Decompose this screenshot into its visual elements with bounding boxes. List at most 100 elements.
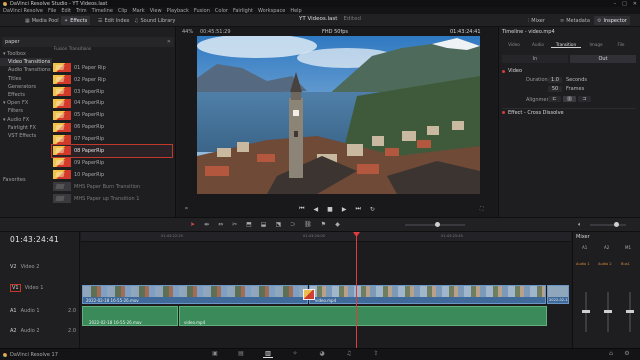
menu-item[interactable]: Mark xyxy=(132,8,144,14)
list-item[interactable]: 01 Paper Rip xyxy=(52,62,172,74)
timeline-clip-video[interactable]: 2022-02-18 16-55-26.mov xyxy=(82,285,308,304)
fader-handle[interactable] xyxy=(582,310,590,313)
insert-clip-icon[interactable]: ⬒ xyxy=(246,221,252,228)
list-item[interactable]: 05 PaperRip xyxy=(52,110,172,122)
tab-image[interactable]: Image xyxy=(585,42,607,47)
format-dropdown[interactable]: FHD 50fps xyxy=(322,29,348,35)
tree-effects[interactable]: Effects xyxy=(0,91,52,99)
timeline-clip-video[interactable]: video.mp4 xyxy=(309,285,546,304)
menu-item[interactable]: Color xyxy=(215,8,228,14)
tree-toolbox[interactable]: ▾ Toolbox xyxy=(0,50,52,58)
play-reverse-icon[interactable]: ◀ xyxy=(314,206,319,213)
align-right-button[interactable]: ⊐ xyxy=(578,96,591,102)
list-item[interactable]: 06 PaperRip xyxy=(52,121,172,133)
zoom-slider-handle[interactable] xyxy=(435,222,440,227)
menu-item[interactable]: View xyxy=(150,8,162,14)
edit-page-icon[interactable]: ▥ xyxy=(263,350,273,358)
duration-seconds-input[interactable]: 1.0 xyxy=(548,77,562,83)
video-preview[interactable] xyxy=(197,36,480,194)
timeline-clip-audio[interactable]: 2022-02-18 16-55-26.mov xyxy=(82,306,178,326)
track-header-a1[interactable]: A1 Audio 1 2.0 xyxy=(0,306,80,316)
mixer-button[interactable]: ⫶ Mixer xyxy=(525,16,548,25)
minimize-icon[interactable]: – xyxy=(614,1,617,7)
align-center-button[interactable]: ▥ xyxy=(563,96,576,102)
play-icon[interactable]: ▶ xyxy=(342,206,347,213)
duration-frames-input[interactable]: 50 xyxy=(548,86,562,92)
list-item-selected[interactable]: 08 PaperRip xyxy=(51,144,173,158)
color-page-icon[interactable]: ◕ xyxy=(317,350,327,358)
list-item[interactable]: 03 PaperRip xyxy=(52,86,172,98)
menu-item[interactable]: Fusion xyxy=(194,8,210,14)
fusion-page-icon[interactable]: ✧ xyxy=(290,350,300,358)
inspector-button[interactable]: ⚙ Inspector xyxy=(594,16,630,25)
sound-library-button[interactable]: ♫ Sound Library xyxy=(131,16,178,25)
search-clear-icon[interactable]: ✕ xyxy=(167,39,171,45)
favorites-header[interactable]: Favorites xyxy=(3,177,26,183)
overwrite-clip-icon[interactable]: ⬓ xyxy=(261,221,267,228)
video-section-header[interactable]: Video xyxy=(502,67,636,75)
tree-generators[interactable]: Generators xyxy=(0,83,52,91)
zoom-level[interactable]: 44% xyxy=(182,29,193,35)
menu-item[interactable]: Clip xyxy=(118,8,127,14)
track-header-v2[interactable]: V2 Video 2 xyxy=(0,262,80,272)
metadata-button[interactable]: ≡ Metadata xyxy=(557,16,593,25)
enable-dot-icon[interactable] xyxy=(502,69,505,73)
tree-video-transitions[interactable]: Video Transitions xyxy=(0,58,52,67)
menu-item[interactable]: Edit xyxy=(61,8,71,14)
list-item[interactable]: 09 PaperRip xyxy=(52,157,172,169)
tree-fairlight-fx[interactable]: Fairlight FX xyxy=(0,124,52,132)
menu-item[interactable]: Trim xyxy=(76,8,87,14)
timeline-clip-audio[interactable]: video.mp4 xyxy=(179,306,547,326)
fader-handle[interactable] xyxy=(604,310,612,313)
tree-vst-effects[interactable]: VST Effects xyxy=(0,132,52,140)
track-header-a2[interactable]: A2 Audio 2 2.0 xyxy=(0,326,80,336)
selection-tool-icon[interactable]: ➤ xyxy=(190,221,195,228)
menu-item[interactable]: Timeline xyxy=(92,8,113,14)
tree-filters[interactable]: Filters xyxy=(0,107,52,115)
list-item[interactable]: MHS Paper up Transition 1 xyxy=(52,193,172,205)
tab-video[interactable]: Video xyxy=(503,42,525,47)
loop-icon[interactable]: ↻ xyxy=(370,206,375,213)
viewer-options-icon[interactable]: ⌗ xyxy=(185,206,188,212)
home-icon[interactable]: ⌂ xyxy=(606,350,616,358)
playhead[interactable] xyxy=(356,232,357,348)
list-item[interactable]: 02 Paper Rip xyxy=(52,74,172,86)
menu-item[interactable]: Playback xyxy=(167,8,189,14)
tree-titles[interactable]: Titles xyxy=(0,75,52,83)
dynamic-trim-icon[interactable]: ⇔ xyxy=(218,221,223,228)
tab-transition[interactable]: Transition xyxy=(551,42,581,48)
media-pool-button[interactable]: ▦ Media Pool xyxy=(22,16,62,25)
volume-slider-handle[interactable] xyxy=(614,222,619,227)
fader-handle[interactable] xyxy=(626,310,634,313)
media-page-icon[interactable]: ▣ xyxy=(210,350,220,358)
list-item[interactable]: 07 PaperRip xyxy=(52,133,172,145)
settings-gear-icon[interactable]: ⚙ xyxy=(622,350,632,358)
stop-icon[interactable]: ■ xyxy=(327,206,333,213)
volume-icon[interactable]: 🔈︎ xyxy=(578,221,582,229)
maximize-icon[interactable]: □ xyxy=(622,1,627,7)
snapping-icon[interactable]: ⊃ xyxy=(290,221,295,228)
align-left-button[interactable]: ⊏ xyxy=(548,96,561,102)
marker-icon[interactable]: ◆ xyxy=(335,221,340,228)
tab-audio[interactable]: Audio xyxy=(527,42,549,47)
transition-marker[interactable] xyxy=(303,289,315,300)
effects-button[interactable]: ✦ Effects xyxy=(61,16,91,25)
out-toggle[interactable]: Out xyxy=(570,55,636,63)
menu-item[interactable]: Fairlight xyxy=(233,8,253,14)
menu-item[interactable]: Help xyxy=(290,8,301,14)
trim-tool-icon[interactable]: ⇹ xyxy=(204,221,209,228)
link-icon[interactable]: ⛓ xyxy=(304,221,312,228)
edit-index-button[interactable]: ☰ Edit Index xyxy=(95,16,133,25)
list-item[interactable]: 10 PaperRip xyxy=(52,169,172,181)
effect-section-header[interactable]: Effect - Cross Dissolve xyxy=(502,108,636,116)
volume-slider[interactable] xyxy=(590,224,626,226)
go-to-end-icon[interactable]: ⏭ xyxy=(355,205,360,213)
list-item[interactable]: 04 PaperRip xyxy=(52,98,172,110)
blade-tool-icon[interactable]: ✂ xyxy=(232,221,237,228)
fullscreen-icon[interactable]: ⛶ xyxy=(480,206,484,212)
tree-audio-transitions[interactable]: Audio Transitions xyxy=(0,66,52,74)
flag-icon[interactable]: ⚑ xyxy=(321,221,326,228)
tree-open-fx[interactable]: ▾ Open FX xyxy=(0,99,52,107)
track-header-v1[interactable]: V1 Video 1 xyxy=(0,283,80,293)
search-input[interactable]: paper xyxy=(5,39,20,45)
